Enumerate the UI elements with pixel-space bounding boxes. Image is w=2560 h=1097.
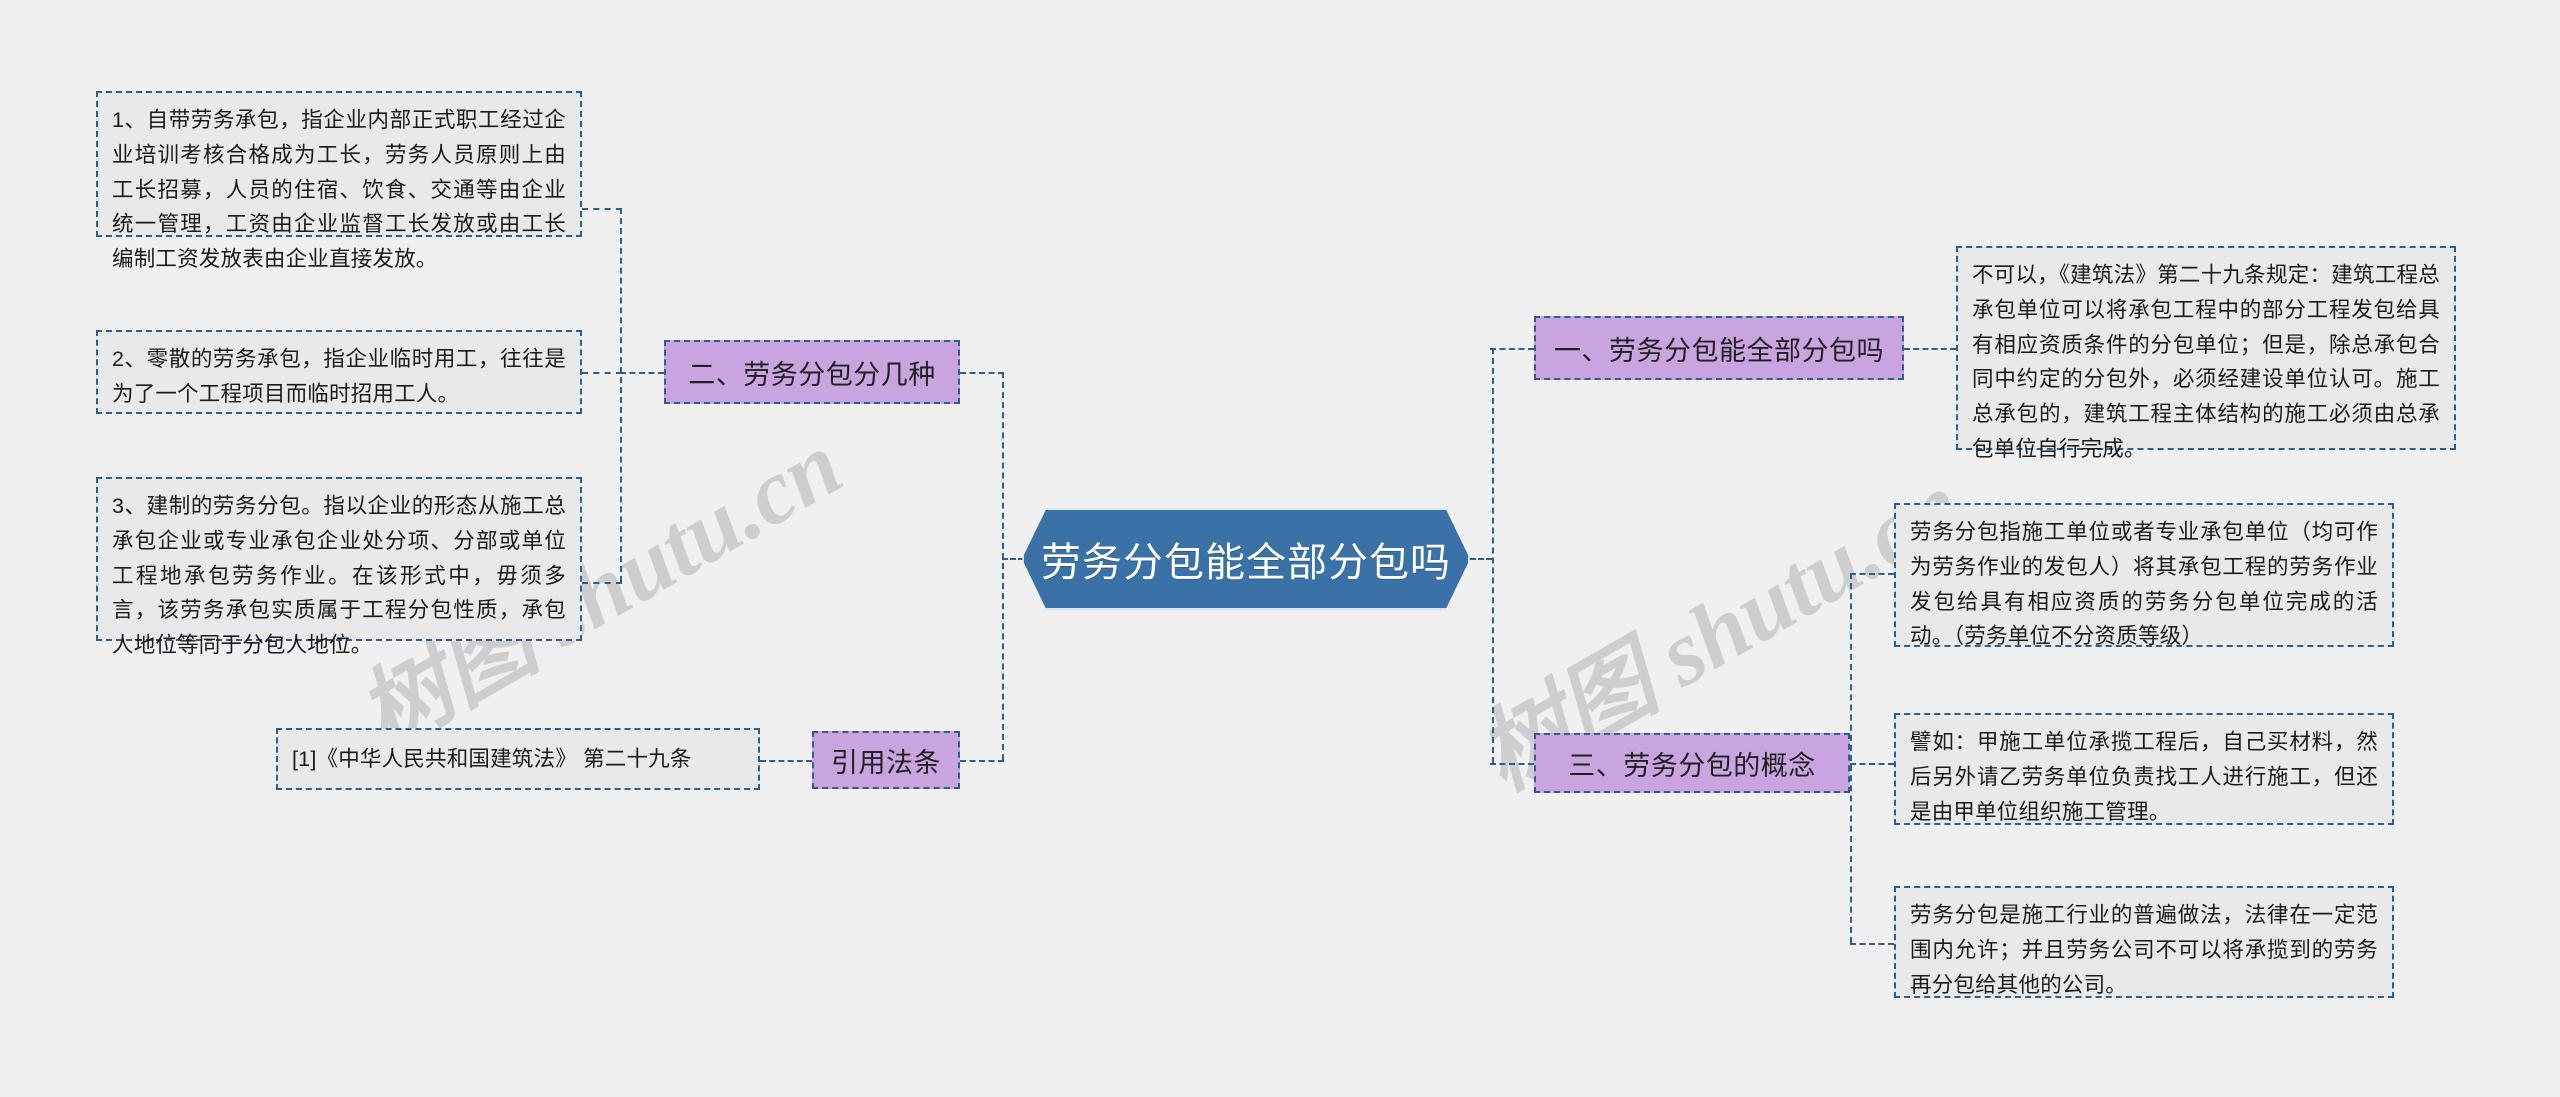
connector-rbranch2-out: [1850, 763, 1894, 765]
connector-root-left: [1002, 558, 1024, 560]
branch-node-left-2-label: 引用法条: [831, 747, 941, 778]
connector-rbranch2-child1: [1850, 573, 1894, 575]
leaf-box-right-1-text: 不可以，《建筑法》第二十九条规定：建筑工程总承包单位可以将承包工程中的部分工程发…: [1972, 263, 2440, 462]
connector-branch1-child3: [582, 582, 622, 584]
connector-branch1-child1: [582, 208, 622, 210]
connector-rbranch2-spine: [1850, 573, 1852, 943]
branch-node-left-1[interactable]: 二、劳务分包分几种: [664, 340, 960, 404]
connector-branch2-child1: [760, 760, 812, 762]
connector-branch1-spine: [620, 208, 622, 582]
leaf-box-left-4-text: [1]《中华人民共和国建筑法》 第二十九条: [292, 747, 692, 771]
connector-branch1-out: [620, 372, 664, 374]
mindmap-canvas: 树图 shutu.cn 树图 shutu.cn 劳务分包能全部分包吗 二、劳务分…: [0, 0, 2560, 1097]
leaf-box-left-1-text: 1、自带劳务承包，指企业内部正式职工经过企业培训考核合格成为工长，劳务人员原则上…: [112, 108, 566, 272]
leaf-box-left-4: [1]《中华人民共和国建筑法》 第二十九条: [276, 728, 760, 790]
branch-node-right-2-label: 三、劳务分包的概念: [1568, 750, 1816, 781]
leaf-box-right-4-text: 劳务分包是施工行业的普遍做法，法律在一定范围内允许；并且劳务公司不可以将承揽到的…: [1910, 903, 2378, 997]
connector-right-branch2: [1490, 763, 1534, 765]
leaf-box-left-3: 3、建制的劳务分包。指以企业的形态从施工总承包企业或专业承包企业处分项、分部或单…: [96, 477, 582, 657]
leaf-box-right-1: 不可以，《建筑法》第二十九条规定：建筑工程总承包单位可以将承包工程中的部分工程发…: [1956, 246, 2456, 461]
root-node[interactable]: 劳务分包能全部分包吗: [1022, 508, 1470, 610]
leaf-box-left-2-text: 2、零散的劳务承包，指企业临时用工，往往是为了一个工程项目而临时招用工人。: [112, 347, 566, 406]
connector-right-spine: [1492, 348, 1494, 763]
leaf-box-left-1: 1、自带劳务承包，指企业内部正式职工经过企业培训考核合格成为工长，劳务人员原则上…: [96, 91, 582, 271]
connector-rbranch2-child2: [1850, 763, 1894, 765]
connector-right-branch1: [1490, 348, 1534, 350]
branch-node-left-2[interactable]: 引用法条: [812, 731, 960, 789]
leaf-box-right-3: 譬如：甲施工单位承揽工程后，自己买材料，然后另外请乙劳务单位负责找工人进行施工，…: [1894, 713, 2394, 825]
connector-rbranch1-child1: [1904, 348, 1956, 350]
leaf-box-left-3-text: 3、建制的劳务分包。指以企业的形态从施工总承包企业或专业承包企业处分项、分部或单…: [112, 494, 566, 658]
leaf-box-right-3-text: 譬如：甲施工单位承揽工程后，自己买材料，然后另外请乙劳务单位负责找工人进行施工，…: [1910, 730, 2378, 824]
leaf-box-right-2-text: 劳务分包指施工单位或者专业承包单位（均可作为劳务作业的发包人）将其承包工程的劳务…: [1910, 520, 2378, 649]
root-node-label: 劳务分包能全部分包吗: [1041, 541, 1451, 585]
branch-node-right-2[interactable]: 三、劳务分包的概念: [1534, 733, 1850, 793]
branch-node-left-1-label: 二、劳务分包分几种: [688, 359, 936, 390]
connector-branch1-child2: [582, 372, 622, 374]
connector-left-branch2: [960, 760, 1004, 762]
connector-left-spine: [1002, 372, 1004, 760]
leaf-box-right-4: 劳务分包是施工行业的普遍做法，法律在一定范围内允许；并且劳务公司不可以将承揽到的…: [1894, 886, 2394, 998]
leaf-box-left-2: 2、零散的劳务承包，指企业临时用工，往往是为了一个工程项目而临时招用工人。: [96, 330, 582, 414]
branch-node-right-1-label: 一、劳务分包能全部分包吗: [1554, 335, 1884, 366]
branch-node-right-1[interactable]: 一、劳务分包能全部分包吗: [1534, 316, 1904, 380]
leaf-box-right-2: 劳务分包指施工单位或者专业承包单位（均可作为劳务作业的发包人）将其承包工程的劳务…: [1894, 503, 2394, 648]
connector-root-right: [1470, 558, 1492, 560]
connector-left-branch1: [960, 372, 1004, 374]
connector-rbranch2-child3: [1850, 943, 1894, 945]
